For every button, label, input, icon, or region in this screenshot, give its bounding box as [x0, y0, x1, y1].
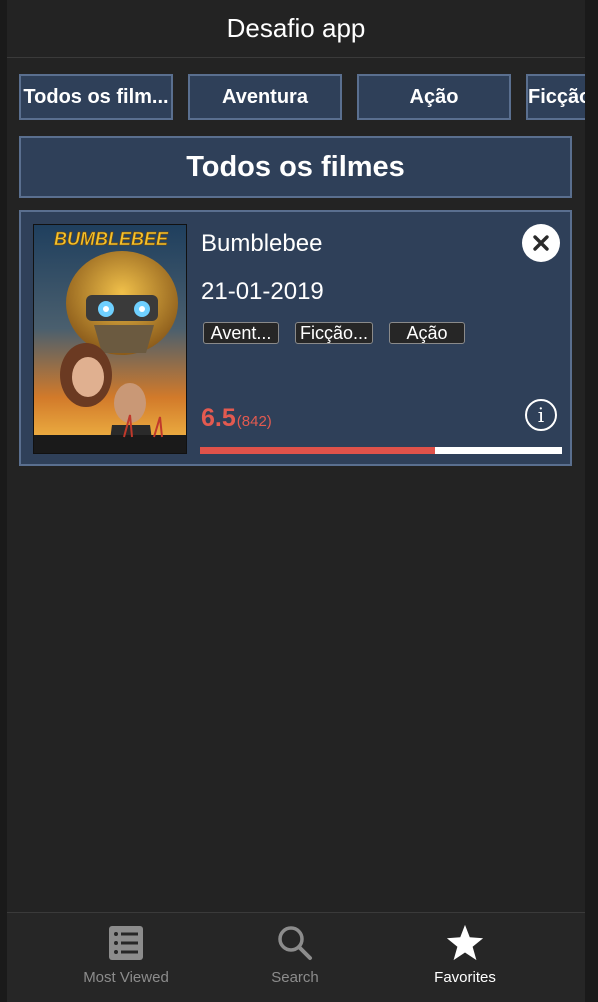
tab-most-viewed[interactable]: Most Viewed	[30, 913, 222, 1002]
poster-image: BUMBLEBEE	[34, 225, 186, 453]
tab-favorites[interactable]: Favorites	[369, 913, 561, 1002]
close-icon	[533, 235, 549, 251]
movie-card[interactable]: BUMBLEBEE Bumblebee 21-01-2019 Avent... …	[19, 210, 572, 466]
filter-chip-adventure[interactable]: Aventura	[188, 74, 342, 120]
genre-filter-bar[interactable]: Todos os film... Aventura Ação Ficção	[7, 74, 585, 122]
vote-count: (842)	[236, 413, 272, 430]
release-date: 21-01-2019	[201, 278, 324, 305]
tab-label: Most Viewed	[83, 969, 169, 986]
movie-title: Bumblebee	[201, 230, 323, 257]
genre-tag: Ficção...	[295, 322, 373, 344]
app-title: Desafio app	[226, 13, 366, 43]
tab-bar: Most Viewed Search Favorites	[7, 912, 585, 1002]
tab-label: Search	[271, 969, 319, 986]
rating-bar	[200, 447, 562, 454]
tab-label: Favorites	[434, 969, 496, 986]
header: Desafio app	[7, 0, 585, 58]
filter-chip-all[interactable]: Todos os film...	[19, 74, 173, 120]
poster-logo: BUMBLEBEE	[54, 229, 169, 249]
rating-bar-fill	[200, 447, 436, 454]
genre-tag: Ação	[389, 322, 465, 344]
genre-tag: Avent...	[203, 322, 279, 344]
tab-search[interactable]: Search	[199, 913, 391, 1002]
rating: 6.5 (842)	[201, 404, 272, 433]
rating-value: 6.5	[201, 404, 236, 432]
info-icon[interactable]: i	[525, 399, 557, 431]
search-icon	[275, 923, 315, 963]
app-screen: Desafio app Todos os film... Aventura Aç…	[7, 0, 585, 1002]
movie-poster[interactable]: BUMBLEBEE	[33, 224, 187, 454]
remove-favorite-button[interactable]	[522, 224, 560, 262]
filter-chip-action[interactable]: Ação	[357, 74, 511, 120]
star-icon	[445, 923, 485, 963]
list-icon	[106, 923, 146, 963]
section-title: Todos os filmes	[19, 136, 572, 198]
filter-chip-fiction[interactable]: Ficção	[526, 74, 585, 120]
